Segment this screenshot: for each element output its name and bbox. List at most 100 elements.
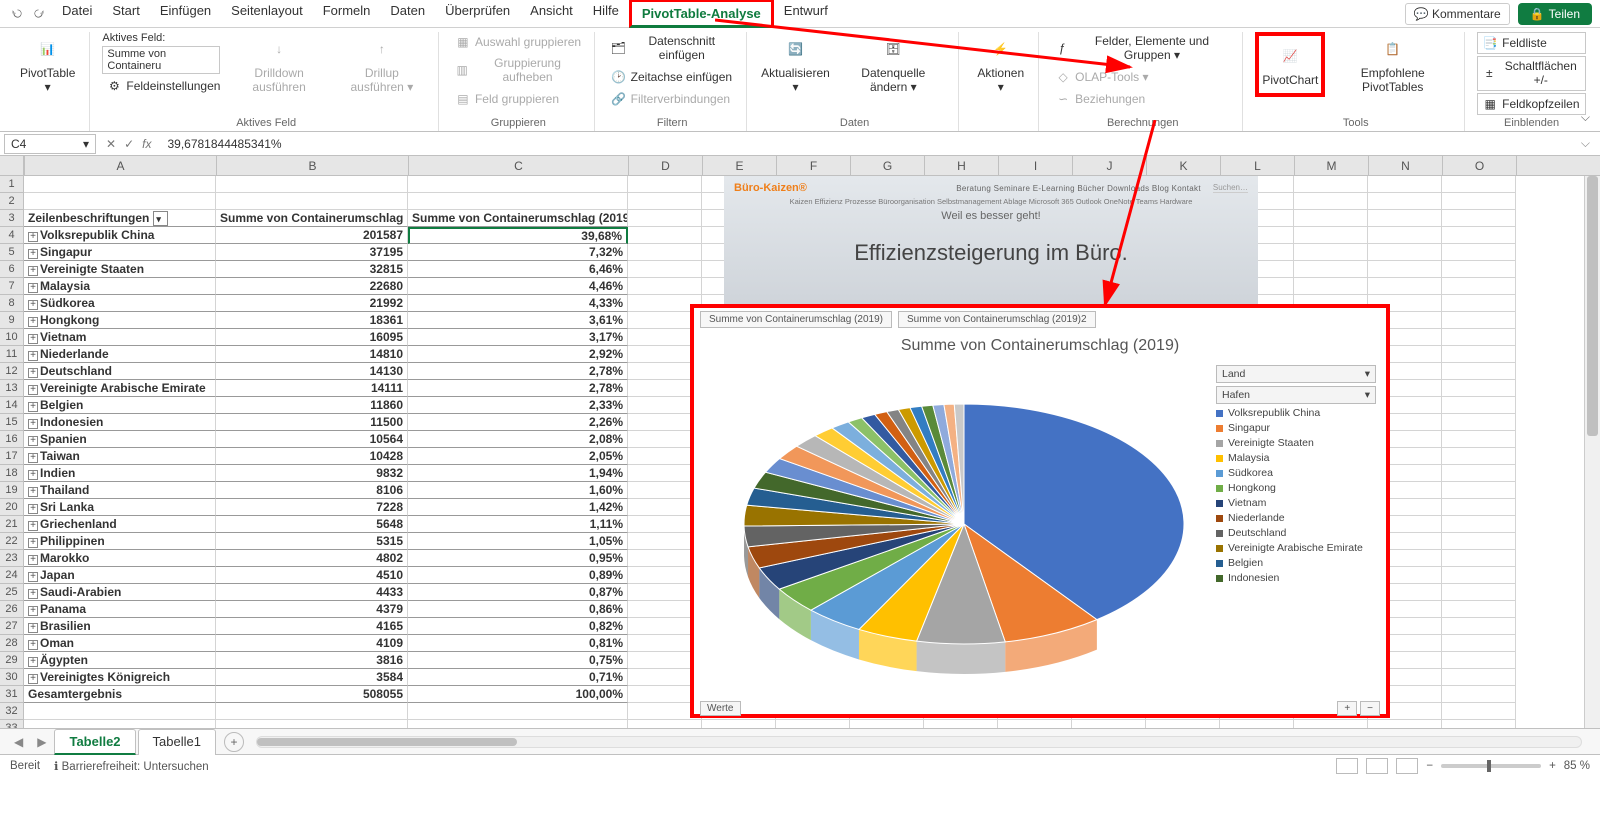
- cancel-icon[interactable]: ✕: [106, 137, 116, 151]
- pivot-row-5[interactable]: +Hongkong: [24, 312, 216, 329]
- col-F[interactable]: F: [777, 156, 851, 175]
- menu-überprüfen[interactable]: Überprüfen: [435, 0, 520, 28]
- pivot-row-3[interactable]: +Malaysia: [24, 278, 216, 295]
- col-K[interactable]: K: [1147, 156, 1221, 175]
- row-11[interactable]: 11: [0, 346, 23, 363]
- datenquelle-button[interactable]: 🗄Datenquelle ändern ▾: [836, 32, 950, 97]
- zoom-out[interactable]: −: [1426, 760, 1433, 772]
- menu-pivottable-analyse[interactable]: PivotTable-Analyse: [629, 0, 774, 28]
- chart-tab-0[interactable]: Summe von Containerumschlag (2019): [700, 311, 892, 328]
- pivot-row-7[interactable]: +Niederlande: [24, 346, 216, 363]
- sheet-nav-last[interactable]: ▶: [31, 735, 52, 749]
- col-I[interactable]: I: [999, 156, 1073, 175]
- pivot-row-9[interactable]: +Vereinigte Arabische Emirate: [24, 380, 216, 397]
- row-23[interactable]: 23: [0, 550, 23, 567]
- col-C[interactable]: C: [409, 156, 629, 175]
- pivot-row-6[interactable]: +Vietnam: [24, 329, 216, 346]
- status-accessibility[interactable]: ℹ Barrierefreiheit: Untersuchen: [54, 759, 209, 773]
- row-19[interactable]: 19: [0, 482, 23, 499]
- pivot-header-sum2[interactable]: Summe von Containerumschlag (2019)2: [408, 210, 628, 227]
- chart-footer-werte[interactable]: Werte: [700, 701, 741, 716]
- menu-einfügen[interactable]: Einfügen: [150, 0, 221, 28]
- pivot-row-19[interactable]: +Marokko: [24, 550, 216, 567]
- row-26[interactable]: 26: [0, 601, 23, 618]
- aktualisieren-button[interactable]: 🔄Aktualisieren▾: [759, 32, 833, 97]
- row-7[interactable]: 7: [0, 278, 23, 295]
- row-30[interactable]: 30: [0, 669, 23, 686]
- ribbon-collapse[interactable]: ⌵: [1581, 110, 1590, 125]
- row-5[interactable]: 5: [0, 244, 23, 261]
- pivot-row-24[interactable]: +Oman: [24, 635, 216, 652]
- pivot-row-23[interactable]: +Brasilien: [24, 618, 216, 635]
- menu-datei[interactable]: Datei: [52, 0, 102, 28]
- undo-button[interactable]: [8, 5, 26, 23]
- horizontal-scrollbar[interactable]: [256, 736, 1582, 748]
- vertical-scrollbar[interactable]: [1584, 176, 1600, 728]
- aktionen-button[interactable]: ⚡Aktionen▾: [971, 32, 1030, 97]
- pivot-row-14[interactable]: +Indien: [24, 465, 216, 482]
- pivot-row-13[interactable]: +Taiwan: [24, 448, 216, 465]
- row-8[interactable]: 8: [0, 295, 23, 312]
- zoom-in[interactable]: +: [1549, 760, 1556, 772]
- fb-expand[interactable]: ⌵: [1575, 136, 1596, 151]
- row-13[interactable]: 13: [0, 380, 23, 397]
- pivot-header-rowlabels[interactable]: Zeilenbeschriftungen: [24, 210, 216, 227]
- pivot-row-26[interactable]: +Vereinigtes Königreich: [24, 669, 216, 686]
- pivot-row-18[interactable]: +Philippinen: [24, 533, 216, 550]
- menu-hilfe[interactable]: Hilfe: [583, 0, 629, 28]
- col-B[interactable]: B: [217, 156, 409, 175]
- row-20[interactable]: 20: [0, 499, 23, 516]
- empfohlene-pivottables-button[interactable]: 📋Empfohlene PivotTables: [1329, 32, 1456, 97]
- pivot-row-1[interactable]: +Singapur: [24, 244, 216, 261]
- row-27[interactable]: 27: [0, 618, 23, 635]
- pivot-row-0[interactable]: +Volksrepublik China: [24, 227, 216, 244]
- sheet-add[interactable]: +: [224, 732, 244, 752]
- row-12[interactable]: 12: [0, 363, 23, 380]
- row-4[interactable]: 4: [0, 227, 23, 244]
- view-break[interactable]: [1396, 758, 1418, 774]
- view-normal[interactable]: [1336, 758, 1358, 774]
- teilen-button[interactable]: 🔒 Teilen: [1518, 3, 1592, 25]
- feldkopfzeilen-button[interactable]: ▦Feldkopfzeilen: [1477, 93, 1586, 115]
- pivottable-button[interactable]: 📊PivotTable▾: [14, 32, 81, 97]
- sheet-tab-tabelle2[interactable]: Tabelle2: [54, 729, 135, 755]
- name-box[interactable]: C4▾: [4, 134, 96, 154]
- col-O[interactable]: O: [1443, 156, 1517, 175]
- pivotchart-button[interactable]: 📈PivotChart: [1255, 32, 1325, 97]
- row-29[interactable]: 29: [0, 652, 23, 669]
- row-33[interactable]: 33: [0, 720, 23, 728]
- pivot-row-12[interactable]: +Spanien: [24, 431, 216, 448]
- pivot-row-4[interactable]: +Südkorea: [24, 295, 216, 312]
- menu-entwurf[interactable]: Entwurf: [774, 0, 838, 28]
- chart-plus[interactable]: +: [1337, 701, 1357, 716]
- pivot-row-11[interactable]: +Indonesien: [24, 414, 216, 431]
- row-17[interactable]: 17: [0, 448, 23, 465]
- feldeinstellungen-button[interactable]: ⚙Feldeinstellungen: [102, 76, 224, 96]
- pivot-row-10[interactable]: +Belgien: [24, 397, 216, 414]
- feldliste-button[interactable]: 📑Feldliste: [1477, 32, 1586, 54]
- col-G[interactable]: G: [851, 156, 925, 175]
- confirm-icon[interactable]: ✓: [124, 137, 134, 151]
- row-31[interactable]: 31: [0, 686, 23, 703]
- pivotchart-panel[interactable]: Summe von Containerumschlag (2019)Summe …: [690, 304, 1390, 718]
- col-H[interactable]: H: [925, 156, 999, 175]
- sheet-nav-first[interactable]: ◀: [8, 735, 29, 749]
- menu-formeln[interactable]: Formeln: [313, 0, 381, 28]
- row-16[interactable]: 16: [0, 431, 23, 448]
- felder-elemente-button[interactable]: ƒFelder, Elemente und Gruppen ▾: [1051, 32, 1234, 65]
- chart-filter-land[interactable]: Land▾: [1216, 365, 1376, 383]
- row-14[interactable]: 14: [0, 397, 23, 414]
- kommentare-button[interactable]: 💬 Kommentare: [1405, 3, 1510, 25]
- col-N[interactable]: N: [1369, 156, 1443, 175]
- redo-button[interactable]: [30, 5, 48, 23]
- pivot-row-20[interactable]: +Japan: [24, 567, 216, 584]
- row-10[interactable]: 10: [0, 329, 23, 346]
- row-9[interactable]: 9: [0, 312, 23, 329]
- row-24[interactable]: 24: [0, 567, 23, 584]
- row-28[interactable]: 28: [0, 635, 23, 652]
- pivot-row-8[interactable]: +Deutschland: [24, 363, 216, 380]
- zoom-value[interactable]: 85 %: [1564, 760, 1590, 772]
- chart-minus[interactable]: −: [1360, 701, 1380, 716]
- col-A[interactable]: A: [25, 156, 217, 175]
- row-1[interactable]: 1: [0, 176, 23, 193]
